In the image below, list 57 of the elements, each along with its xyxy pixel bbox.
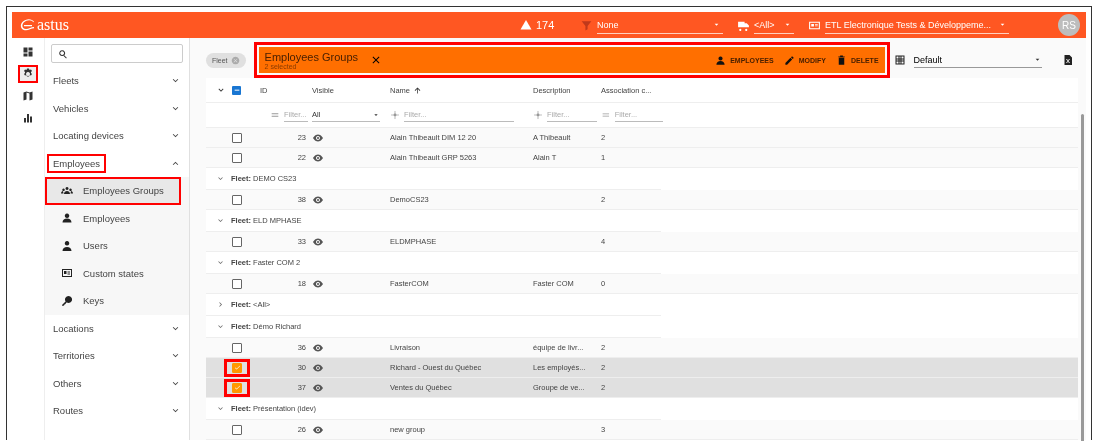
chevron-down-icon xyxy=(216,216,225,225)
person-icon xyxy=(61,212,73,225)
row-checkbox[interactable] xyxy=(232,342,242,353)
filter-icon xyxy=(580,18,593,32)
chevron-down-icon xyxy=(216,258,225,267)
sidebar-section[interactable]: Locations xyxy=(47,318,100,338)
pencil-icon xyxy=(783,54,795,66)
contains-icon xyxy=(533,110,543,120)
sidebar-item[interactable]: Users xyxy=(45,232,181,260)
row-checkbox[interactable] xyxy=(232,152,242,163)
selection-title: Employees Groups xyxy=(264,50,359,63)
equals-icon xyxy=(601,110,611,120)
nav-rail-button[interactable] xyxy=(18,65,38,83)
scrollbar[interactable] xyxy=(1081,114,1084,441)
equals-icon xyxy=(270,110,280,120)
settings-icon xyxy=(22,68,34,80)
chevron-down-icon xyxy=(216,322,225,331)
row-checkbox[interactable] xyxy=(232,236,242,247)
search-icon xyxy=(58,48,68,59)
id-card-icon xyxy=(61,267,73,280)
sidebar-item[interactable]: Custom states xyxy=(45,259,181,287)
row-checkbox[interactable] xyxy=(232,362,242,373)
sidebar-item[interactable]: Employees Groups xyxy=(45,177,181,205)
sidebar-section[interactable]: Routes xyxy=(47,401,90,421)
people-icon xyxy=(61,184,73,197)
key-icon xyxy=(61,294,73,307)
logo-icon xyxy=(20,17,36,33)
person-icon xyxy=(715,54,727,66)
view-select[interactable]: Default xyxy=(913,52,1042,68)
sidebar-section[interactable]: Territories xyxy=(47,346,101,366)
warning-icon xyxy=(520,19,532,31)
select-all-checkbox[interactable] xyxy=(232,85,241,95)
sidebar-section[interactable]: Vehicles xyxy=(47,98,95,118)
trash-icon xyxy=(835,54,847,66)
user-icon xyxy=(61,239,73,252)
bar-chart-icon xyxy=(22,112,34,124)
dashboard-icon xyxy=(22,46,34,58)
sidebar-section[interactable]: Fleets xyxy=(47,71,85,91)
sidebar-item[interactable]: Keys xyxy=(45,287,181,315)
row-checkbox[interactable] xyxy=(232,278,242,289)
sidebar-item[interactable]: Employees xyxy=(45,204,181,232)
sidebar-section[interactable]: Locating devices xyxy=(47,126,130,146)
row-checkbox[interactable] xyxy=(232,194,242,205)
row-checkbox[interactable] xyxy=(232,424,242,435)
row-checkbox[interactable] xyxy=(232,132,242,143)
sidebar-section[interactable]: Others xyxy=(47,373,88,393)
search-field[interactable] xyxy=(51,44,183,63)
chevron-down-icon xyxy=(216,404,225,413)
chevron-down-icon xyxy=(216,174,225,183)
contains-icon xyxy=(390,110,400,120)
close-icon xyxy=(230,55,240,65)
logo-text: astus xyxy=(37,16,69,34)
row-checkbox[interactable] xyxy=(232,382,242,393)
columns-icon xyxy=(893,54,906,66)
map-icon xyxy=(22,90,34,102)
chevron-right-icon xyxy=(216,300,225,309)
sidebar-section[interactable]: Employees xyxy=(47,153,106,173)
